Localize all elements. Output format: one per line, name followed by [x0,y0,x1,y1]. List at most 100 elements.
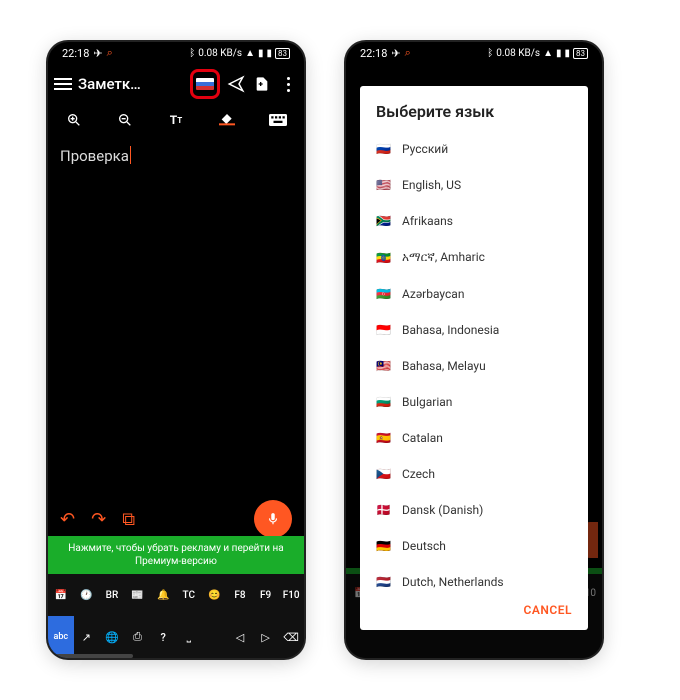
kb-key[interactable]: ⎙ [125,616,151,658]
undo-icon[interactable]: ↶ [60,509,75,530]
text-caret [130,146,131,164]
russia-flag-icon [196,78,214,90]
signal-icon-2: ▮ [564,48,570,59]
language-item[interactable]: 🇲🇾 Bahasa, Melayu [360,348,588,384]
language-item[interactable]: 🇪🇸 Catalan [360,420,588,456]
status-arrow-icon: ⌕ [405,46,411,60]
kb-key[interactable]: 😊 [202,574,228,616]
language-name: አማርኛ, Amharic [402,250,485,265]
language-flag-button[interactable] [190,69,220,99]
text-format-icon[interactable]: TT [166,110,186,130]
language-name: Bulgarian [402,395,452,409]
status-time: 22:18 [62,47,89,60]
more-icon[interactable] [278,74,298,94]
kb-key[interactable]: F10 [278,574,304,616]
language-item[interactable]: 🇩🇪 Deutsch [360,528,588,564]
keyboard[interactable]: 📅🕐BR📰🔔TC😊F8F9F10 abc↗🌐⎙?⎵ ◁▷⌫ [48,574,304,658]
send-icon[interactable] [226,74,246,94]
zoom-out-icon[interactable] [115,110,135,130]
language-item[interactable]: 🇿🇦 Afrikaans [360,203,588,239]
kb-key[interactable]: TC [176,574,202,616]
language-item[interactable]: 🇺🇸 English, US [360,167,588,203]
bt-icon: ᛒ [189,48,195,59]
language-name: Русский [402,142,448,156]
language-item[interactable]: 🇳🇱 Dutch, Netherlands [360,564,588,589]
kb-key[interactable]: F9 [253,574,279,616]
flag-icon: 🇩🇰 [376,503,392,517]
menu-icon[interactable] [54,78,72,90]
promo-banner[interactable]: Нажмите, чтобы убрать рекламу и перейти … [48,536,304,574]
note-editor[interactable]: Проверка [48,136,304,175]
status-time: 22:18 [360,47,387,60]
language-name: Deutsch [402,539,446,553]
flag-icon: 🇲🇾 [376,359,392,373]
status-arrow-icon: ⌕ [107,46,113,60]
kb-key[interactable]: ? [150,616,176,658]
wifi-icon: ▲ [543,48,553,59]
flag-icon: 🇮🇩 [376,323,392,337]
signal-icon: ▮ [556,48,562,59]
zoom-in-icon[interactable] [64,110,84,130]
language-item[interactable]: 🇦🇿 Azərbaycan [360,276,588,312]
status-bar: 22:18✈⌕ ᛒ0.08 KB/s▲▮▮83 [48,42,304,64]
language-item[interactable]: 🇷🇺Русский [360,131,588,167]
phone-left: 22:18✈⌕ ᛒ0.08 KB/s▲▮▮83 Заметк… TT [48,42,304,658]
redo-icon[interactable]: ↷ [91,509,106,530]
bottom-toolbar: ↶ ↷ ⧉ [48,500,304,538]
kb-key[interactable]: ⌫ [278,616,304,658]
phone-right: 22:18✈⌕ ᛒ0.08 KB/s▲▮▮83 📅10 Выберите язы… [346,42,602,658]
language-item[interactable]: 🇧🇬 Bulgarian [360,384,588,420]
language-name: Dutch, Netherlands [402,575,504,589]
paint-bucket-icon[interactable] [217,110,237,130]
kb-key[interactable] [202,616,228,658]
kb-key[interactable]: ↗ [74,616,100,658]
flag-icon: 🇪🇸 [376,431,392,445]
language-name: Afrikaans [402,214,453,228]
kb-key[interactable]: 📅 [48,574,74,616]
flag-icon: 🇦🇿 [376,287,392,301]
language-item[interactable]: 🇨🇿Czech [360,456,588,492]
flag-icon: 🇿🇦 [376,214,392,228]
language-name: Catalan [402,431,443,445]
telegram-icon: ✈ [93,47,102,60]
format-toolbar: TT [48,104,304,136]
kb-key[interactable]: 🕐 [74,574,100,616]
language-list[interactable]: 🇷🇺Русский 🇺🇸 English, US 🇿🇦 Afrikaans 🇪🇹አማርኛ,… [360,131,588,589]
flag-icon: 🇧🇬 [376,395,392,409]
language-item[interactable]: 🇮🇩Bahasa, Indonesia [360,312,588,348]
kb-key[interactable]: ▷ [253,616,279,658]
language-item[interactable]: 🇩🇰 Dansk (Danish) [360,492,588,528]
kb-key[interactable]: F8 [227,574,253,616]
telegram-icon: ✈ [391,47,400,60]
battery-icon: 83 [275,48,290,59]
net-speed: 0.08 KB/s [496,48,540,59]
kb-key[interactable]: 🌐 [99,616,125,658]
kb-key[interactable]: ⎵ [176,616,202,658]
kb-key[interactable]: ◁ [227,616,253,658]
language-name: Bahasa, Melayu [402,359,486,373]
kb-key[interactable]: 📰 [125,574,151,616]
signal-icon-2: ▮ [266,48,272,59]
mic-button[interactable] [254,500,292,538]
keyboard-icon[interactable] [268,110,288,130]
language-name: Azərbaycan [402,287,464,301]
kb-scrollbar[interactable] [48,654,133,658]
language-name: Dansk (Danish) [402,503,483,517]
flag-icon: 🇺🇸 [376,178,392,192]
wifi-icon: ▲ [245,48,255,59]
cancel-button[interactable]: CANCEL [524,603,572,617]
language-name: English, US [402,178,461,192]
copy-icon[interactable]: ⧉ [122,509,135,530]
kb-key[interactable]: abc [48,616,74,658]
flag-icon: 🇩🇪 [376,539,392,553]
app-bar: Заметк… [48,64,304,104]
net-speed: 0.08 KB/s [198,48,242,59]
signal-icon: ▮ [258,48,264,59]
editor-text: Проверка [60,147,129,165]
flag-icon: 🇳🇱 [376,575,392,589]
language-item[interactable]: 🇪🇹አማርኛ, Amharic [360,239,588,276]
new-note-icon[interactable] [252,74,272,94]
kb-key[interactable]: 🔔 [150,574,176,616]
status-bar: 22:18✈⌕ ᛒ0.08 KB/s▲▮▮83 [346,42,602,64]
kb-key[interactable]: BR [99,574,125,616]
